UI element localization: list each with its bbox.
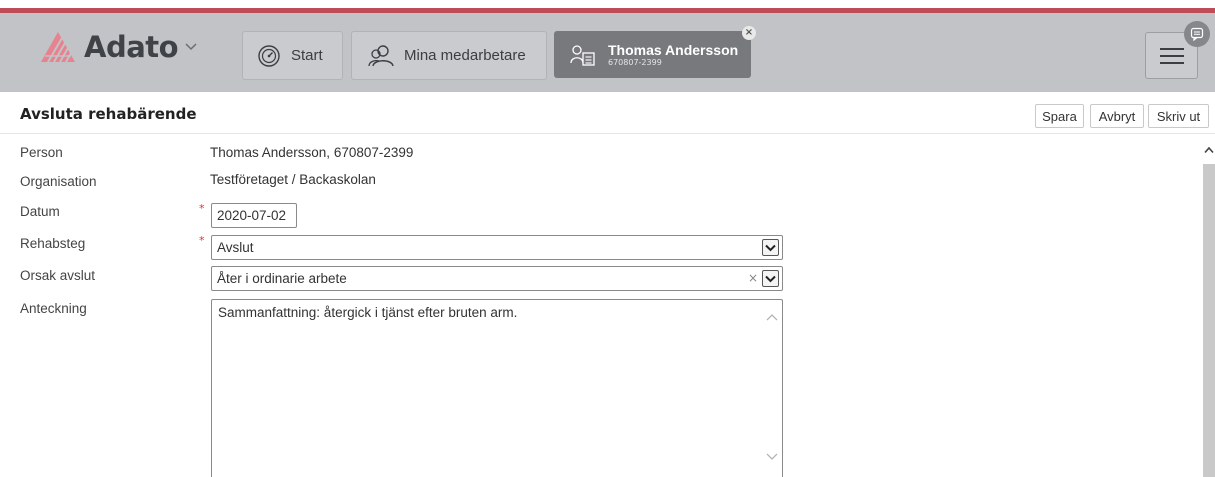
active-person-tab[interactable]: Thomas Andersson 670807-2399 bbox=[554, 31, 751, 78]
users-icon bbox=[368, 44, 394, 66]
person-label: Person bbox=[20, 145, 63, 160]
nav-mina-medarbetare-label: Mina medarbetare bbox=[404, 47, 526, 64]
datum-input-value: 2020-07-02 bbox=[217, 208, 287, 223]
active-person-name: Thomas Andersson bbox=[608, 41, 739, 58]
nav-start-button[interactable]: Start bbox=[242, 31, 343, 80]
close-tab-icon[interactable]: × bbox=[742, 26, 756, 40]
chevron-down-icon[interactable] bbox=[762, 239, 779, 256]
print-button[interactable]: Skriv ut bbox=[1148, 104, 1209, 128]
page-title: Avsluta rehabärende bbox=[20, 105, 197, 123]
organisation-label: Organisation bbox=[20, 174, 97, 189]
person-value: Thomas Andersson, 670807-2399 bbox=[210, 145, 414, 160]
menu-line bbox=[1159, 61, 1184, 64]
nav-start-label: Start bbox=[291, 47, 323, 64]
rehabsteg-label: Rehabsteg bbox=[20, 236, 86, 251]
chat-glyph-icon bbox=[1190, 27, 1204, 41]
nav-mina-medarbetare-button[interactable]: Mina medarbetare bbox=[351, 31, 547, 80]
brand-name: Adato bbox=[84, 30, 179, 64]
chevron-down-icon bbox=[185, 43, 197, 51]
menu-line bbox=[1159, 54, 1184, 57]
scroll-down-icon[interactable] bbox=[765, 452, 779, 461]
rehabsteg-select[interactable]: Avslut bbox=[211, 235, 783, 260]
cancel-button[interactable]: Avbryt bbox=[1090, 104, 1144, 128]
orsak-avslut-label: Orsak avslut bbox=[20, 268, 96, 283]
dashboard-gauge-icon bbox=[258, 44, 280, 67]
page-scrollbar-thumb[interactable] bbox=[1203, 164, 1215, 477]
adato-triangle-logo-icon bbox=[41, 32, 75, 63]
chevron-down-icon[interactable] bbox=[762, 270, 779, 287]
person-card-icon bbox=[570, 44, 595, 66]
rehabsteg-required-marker: * bbox=[199, 234, 205, 247]
chat-bubble-icon[interactable] bbox=[1184, 21, 1210, 47]
datum-input[interactable]: 2020-07-02 bbox=[211, 203, 297, 228]
chevron-up-icon[interactable] bbox=[1204, 146, 1214, 154]
save-button[interactable]: Spara bbox=[1035, 104, 1084, 128]
anteckning-text: Sammanfattning: återgick i tjänst efter … bbox=[218, 305, 518, 320]
clear-selection-icon[interactable]: × bbox=[748, 271, 758, 285]
organisation-value: Testföretaget / Backaskolan bbox=[210, 172, 376, 187]
active-person-id: 670807-2399 bbox=[608, 57, 662, 67]
rehabsteg-select-value: Avslut bbox=[217, 240, 254, 255]
menu-line bbox=[1159, 47, 1184, 50]
orsak-avslut-select-value: Åter i ordinarie arbete bbox=[217, 271, 347, 286]
anteckning-textarea[interactable]: Sammanfattning: återgick i tjänst efter … bbox=[211, 299, 783, 477]
brand-logo[interactable]: Adato bbox=[40, 27, 198, 67]
datum-required-marker: * bbox=[199, 202, 205, 215]
scroll-up-icon[interactable] bbox=[765, 313, 779, 322]
datum-label: Datum bbox=[20, 204, 60, 219]
orsak-avslut-select[interactable]: Åter i ordinarie arbete × bbox=[211, 266, 783, 291]
anteckning-label: Anteckning bbox=[20, 301, 87, 316]
